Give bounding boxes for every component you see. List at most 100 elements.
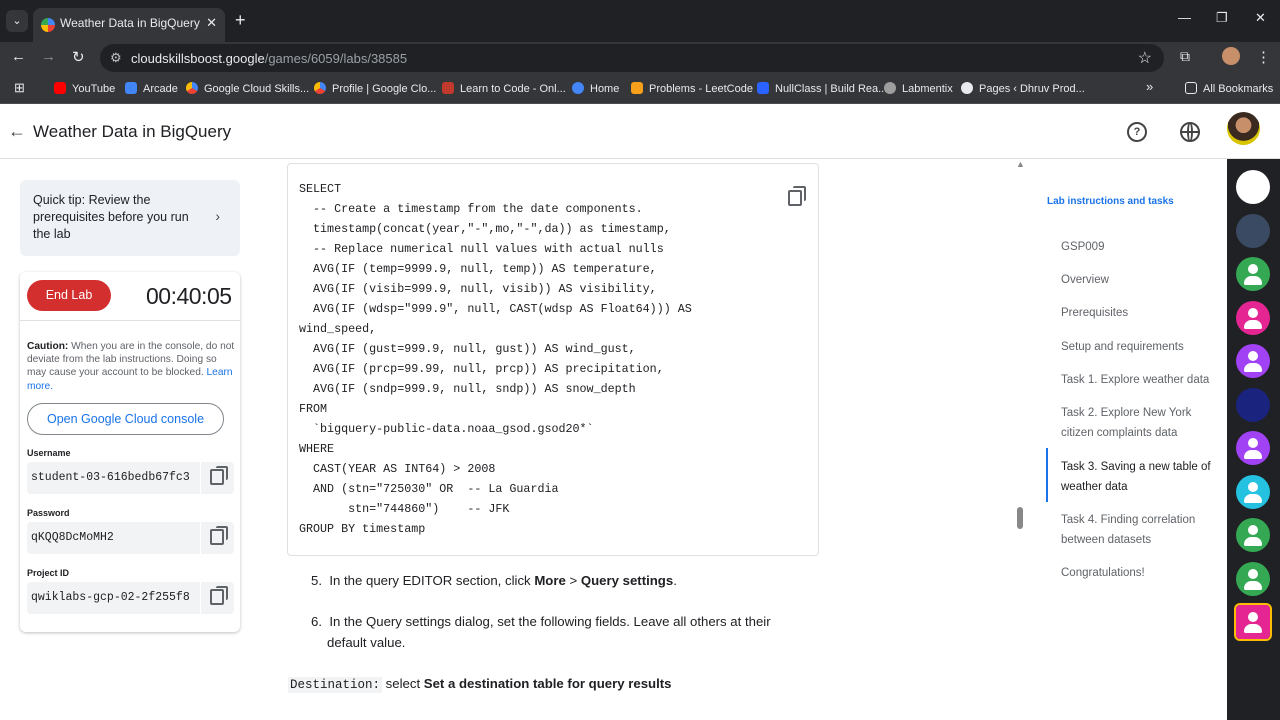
password-label: Password xyxy=(27,508,70,518)
scroll-up-arrow-icon[interactable]: ▲ xyxy=(1016,159,1025,169)
back-arrow-icon[interactable]: ← xyxy=(8,121,26,142)
extensions-icon[interactable]: ⧉ xyxy=(1180,48,1190,65)
password-field[interactable]: qKQQ8DcMoMH2 xyxy=(27,522,234,554)
language-globe-icon[interactable] xyxy=(1180,122,1200,142)
open-console-button[interactable]: Open Google Cloud console xyxy=(27,403,224,435)
help-icon[interactable]: ? xyxy=(1127,122,1147,142)
browser-tab[interactable]: Weather Data in BigQuery | Goo ✕ xyxy=(33,8,225,42)
copy-project-id-icon[interactable] xyxy=(210,586,228,605)
reload-icon[interactable]: ↻ xyxy=(72,48,85,66)
browser-nav-bar: ← → ↻ ⚙ cloudskillsboost.google/games/60… xyxy=(0,42,1280,74)
toc-item[interactable]: Task 1. Explore weather data xyxy=(1061,370,1211,390)
username-label: Username xyxy=(27,448,71,458)
participant-avatar[interactable] xyxy=(1236,431,1270,465)
google-cloud-icon xyxy=(186,82,198,94)
participant-avatar[interactable] xyxy=(1236,344,1270,378)
copy-password-icon[interactable] xyxy=(210,526,228,545)
bookmark-google-cloud-skills[interactable]: Google Cloud Skills... xyxy=(186,82,309,95)
bookmark-labmentix[interactable]: Labmentix xyxy=(884,82,953,95)
apps-grid-icon[interactable]: ⊞ xyxy=(14,80,25,96)
participant-avatar[interactable] xyxy=(1236,213,1270,248)
participant-avatar[interactable] xyxy=(1236,170,1270,204)
bookmark-profile-google-cloud[interactable]: Profile | Google Clo... xyxy=(314,82,436,95)
content-scrollbar[interactable]: ▲ xyxy=(1015,159,1025,719)
profile-avatar[interactable] xyxy=(1222,47,1240,65)
wordpress-icon xyxy=(961,82,973,94)
close-tab-icon[interactable]: ✕ xyxy=(206,15,217,31)
code-line: AVG(IF (prcp=99.99, null, prcp)) AS prec… xyxy=(299,362,664,376)
url-text: cloudskillsboost.google/games/6059/labs/… xyxy=(131,51,408,66)
tab-search-chevron-icon[interactable]: ⌄ xyxy=(6,10,28,32)
password-value[interactable]: qKQQ8DcMoMH2 xyxy=(31,531,189,544)
code-line: SELECT xyxy=(299,182,342,196)
participant-avatar[interactable] xyxy=(1236,518,1270,552)
username-value[interactable]: student-03-616bedb67fc3d xyxy=(31,471,189,484)
end-lab-button[interactable]: End Lab xyxy=(27,280,111,311)
code-line: wind_speed, xyxy=(299,322,377,336)
participant-avatar[interactable] xyxy=(1234,603,1272,641)
bookmark-youtube[interactable]: YouTube xyxy=(54,82,115,95)
folder-icon xyxy=(1185,82,1197,94)
all-bookmarks[interactable]: All Bookmarks xyxy=(1185,82,1273,95)
bookmark-leetcode[interactable]: Problems - LeetCode xyxy=(631,82,753,95)
more-bookmarks-chevron-icon[interactable]: » xyxy=(1146,79,1153,94)
code-line: timestamp(concat(year,"-",mo,"-",da)) as… xyxy=(299,222,671,236)
scrollbar-thumb[interactable] xyxy=(1017,507,1023,529)
code-line: FROM xyxy=(299,402,328,416)
project-id-value[interactable]: qwiklabs-gcp-02-2f255f8b xyxy=(31,591,189,604)
bookmark-learn-to-code[interactable]: Learn to Code - Onl... xyxy=(442,82,566,95)
code-line: CAST(YEAR AS INT64) > 2008 xyxy=(299,462,496,476)
codecademy-icon xyxy=(442,82,454,94)
address-bar[interactable]: ⚙ cloudskillsboost.google/games/6059/lab… xyxy=(100,44,1164,72)
bookmark-star-icon[interactable]: ☆ xyxy=(1138,48,1152,68)
forward-icon[interactable]: → xyxy=(41,48,56,65)
page-title: Weather Data in BigQuery xyxy=(33,122,232,141)
code-line: AVG(IF (gust=999.9, null, gust)) AS wind… xyxy=(299,342,636,356)
toc-item[interactable]: Congratulations! xyxy=(1061,563,1211,583)
toc-item[interactable]: Setup and requirements xyxy=(1061,337,1211,357)
browser-tab-bar: ⌄ Weather Data in BigQuery | Goo ✕ + — ❐… xyxy=(0,0,1280,42)
participant-avatar[interactable] xyxy=(1236,561,1270,596)
code-line: -- Create a timestamp from the date comp… xyxy=(299,202,643,216)
code-line: WHERE xyxy=(299,442,335,456)
participant-avatar[interactable] xyxy=(1236,474,1270,509)
participant-avatar[interactable] xyxy=(1236,257,1270,291)
new-tab-plus-icon[interactable]: + xyxy=(235,10,246,31)
toc-item[interactable]: GSP009 xyxy=(1061,237,1211,257)
toc-item[interactable]: Overview xyxy=(1061,270,1211,290)
code-line: stn="744860") -- JFK xyxy=(299,502,510,516)
username-field[interactable]: student-03-616bedb67fc3d xyxy=(27,462,234,494)
participant-avatar[interactable] xyxy=(1236,387,1270,422)
bookmark-arcade[interactable]: Arcade xyxy=(125,82,178,95)
copy-username-icon[interactable] xyxy=(210,466,228,485)
bookmark-home[interactable]: Home xyxy=(572,82,619,95)
google-cloud-favicon-icon xyxy=(41,18,55,32)
bookmarks-bar: ⊞ YouTube Arcade Google Cloud Skills... … xyxy=(0,74,1280,104)
back-icon[interactable]: ← xyxy=(11,48,26,65)
caution-text: Caution: When you are in the console, do… xyxy=(27,341,235,392)
code-line: -- Replace numerical null values with ac… xyxy=(299,242,664,256)
browser-menu-icon[interactable]: ⋮ xyxy=(1256,48,1271,66)
step-5: 5. In the query EDITOR section, click Mo… xyxy=(311,573,677,588)
copy-code-icon[interactable] xyxy=(788,186,806,206)
project-id-label: Project ID xyxy=(27,568,70,578)
site-info-icon[interactable]: ⚙ xyxy=(110,50,122,66)
minimize-icon[interactable]: — xyxy=(1178,10,1191,25)
quick-tip-card[interactable]: Quick tip: Review the prerequisites befo… xyxy=(20,180,240,256)
google-cloud-icon xyxy=(314,82,326,94)
toc-item[interactable]: Task 4. Finding correlation between data… xyxy=(1061,510,1211,550)
youtube-icon xyxy=(54,82,66,94)
participant-avatar[interactable] xyxy=(1236,300,1270,335)
close-window-icon[interactable]: ✕ xyxy=(1255,10,1266,26)
maximize-icon[interactable]: ❐ xyxy=(1216,10,1228,26)
toc-item[interactable]: Task 3. Saving a new table of weather da… xyxy=(1061,457,1211,497)
project-id-field[interactable]: qwiklabs-gcp-02-2f255f8b xyxy=(27,582,234,614)
toc-item[interactable]: Task 2. Explore New York citizen complai… xyxy=(1061,403,1211,443)
user-avatar[interactable] xyxy=(1227,112,1260,145)
toc-item[interactable]: Prerequisites xyxy=(1061,303,1211,323)
leetcode-icon xyxy=(631,82,643,94)
bookmark-pages-dhruv[interactable]: Pages ‹ Dhruv Prod... xyxy=(961,82,1085,95)
bookmark-nullclass[interactable]: NullClass | Build Rea... xyxy=(757,82,887,95)
home-site-icon xyxy=(572,82,584,94)
code-line: AVG(IF (wdsp="999.9", null, CAST(wdsp AS… xyxy=(299,302,692,316)
